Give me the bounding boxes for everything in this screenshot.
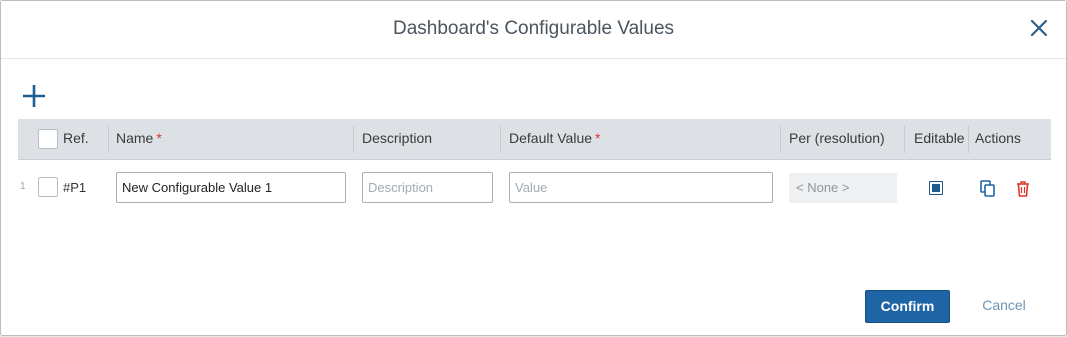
column-header-per: Per (resolution): [789, 130, 885, 146]
column-header-description: Description: [362, 130, 433, 146]
description-input[interactable]: [362, 172, 493, 203]
cancel-button[interactable]: Cancel: [969, 290, 1039, 323]
plus-icon[interactable]: [22, 84, 46, 108]
row-index: 1: [20, 181, 26, 192]
trash-icon[interactable]: [1015, 180, 1031, 198]
default-value-input[interactable]: [509, 172, 773, 203]
required-marker: *: [156, 130, 162, 146]
dialog-header: Dashboard's Configurable Values: [1, 1, 1066, 59]
column-header-default-value-label: Default Value: [509, 130, 593, 146]
column-header-ref: Ref.: [63, 130, 89, 146]
close-icon[interactable]: [1027, 16, 1051, 40]
copy-icon[interactable]: [980, 180, 996, 198]
column-header-name-label: Name: [116, 130, 154, 146]
column-header-actions: Actions: [975, 130, 1021, 146]
column-header-name: Name *: [108, 119, 162, 160]
configurable-values-dialog: Dashboard's Configurable Values Ref. Nam…: [0, 0, 1067, 336]
editable-checkbox[interactable]: [929, 181, 943, 195]
row-ref: #P1: [63, 180, 87, 195]
table-header: Ref. Name * Description Default Value * Pe…: [18, 119, 1051, 160]
dialog-title: Dashboard's Configurable Values: [392, 18, 675, 39]
required-marker: *: [595, 130, 601, 146]
editable-check-fill: [932, 184, 940, 192]
column-header-default-value: Default Value *: [501, 119, 600, 160]
column-divider: [904, 126, 905, 153]
name-input[interactable]: [116, 172, 346, 203]
column-header-editable: Editable: [914, 130, 965, 146]
row-checkbox[interactable]: [38, 177, 58, 197]
per-resolution-select[interactable]: < None >: [789, 173, 897, 203]
confirm-button[interactable]: Confirm: [865, 290, 950, 323]
